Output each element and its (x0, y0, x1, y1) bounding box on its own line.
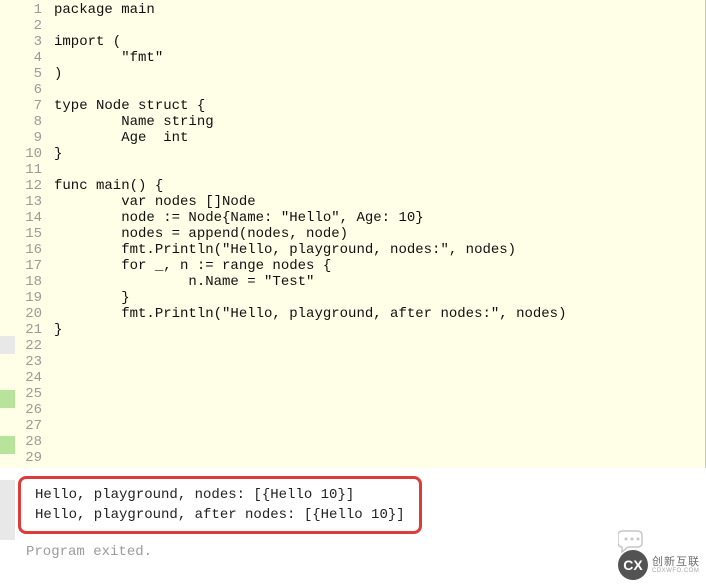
line-number: 15 (0, 226, 42, 242)
rail-decor (0, 390, 15, 408)
rail-decor (0, 336, 15, 354)
code-line (54, 434, 705, 450)
line-number: 10 (0, 146, 42, 162)
line-number: 16 (0, 242, 42, 258)
code-line (54, 18, 705, 34)
code-line: } (54, 290, 705, 306)
code-line: "fmt" (54, 50, 705, 66)
code-line: ) (54, 66, 705, 82)
code-line: nodes = append(nodes, node) (54, 226, 705, 242)
code-line: package main (54, 2, 705, 18)
watermark-text: 创新互联 CDXWFO.COM (652, 557, 700, 574)
line-number: 11 (0, 162, 42, 178)
line-number: 14 (0, 210, 42, 226)
code-line (54, 82, 705, 98)
code-line: n.Name = "Test" (54, 274, 705, 290)
page: 1234567891011121314151617181920212223242… (0, 0, 706, 588)
code-line (54, 386, 705, 402)
line-number: 6 (0, 82, 42, 98)
line-number: 4 (0, 50, 42, 66)
line-number: 17 (0, 258, 42, 274)
code-line (54, 402, 705, 418)
output-line: Hello, playground, after nodes: [{Hello … (29, 505, 411, 525)
rail-decor (0, 480, 15, 540)
code-line: Name string (54, 114, 705, 130)
line-number: 24 (0, 370, 42, 386)
code-line: fmt.Println("Hello, playground, after no… (54, 306, 705, 322)
output-panel: Hello, playground, nodes: [{Hello 10}] H… (0, 468, 706, 564)
code-content: package main import ( "fmt") type Node str… (50, 0, 705, 468)
line-number: 20 (0, 306, 42, 322)
line-number: 12 (0, 178, 42, 194)
line-number: 18 (0, 274, 42, 290)
code-line: type Node struct { (54, 98, 705, 114)
watermark-title: 创新互联 (652, 557, 700, 568)
code-line (54, 338, 705, 354)
code-line: func main() { (54, 178, 705, 194)
program-exited: Program exited. (18, 540, 706, 560)
code-line: fmt.Println("Hello, playground, nodes:",… (54, 242, 705, 258)
line-number: 7 (0, 98, 42, 114)
line-number: 5 (0, 66, 42, 82)
line-number: 19 (0, 290, 42, 306)
code-line: var nodes []Node (54, 194, 705, 210)
code-line: for _, n := range nodes { (54, 258, 705, 274)
line-number: 8 (0, 114, 42, 130)
code-line: node := Node{Name: "Hello", Age: 10} (54, 210, 705, 226)
line-number: 9 (0, 130, 42, 146)
watermark-logo: CX (618, 550, 648, 580)
line-number: 23 (0, 354, 42, 370)
code-line: import ( (54, 34, 705, 50)
code-line (54, 354, 705, 370)
rail-decor (0, 436, 15, 454)
code-line: } (54, 322, 705, 338)
line-number: 1 (0, 2, 42, 18)
line-number: 2 (0, 18, 42, 34)
code-line (54, 162, 705, 178)
output-highlight-box: Hello, playground, nodes: [{Hello 10}] H… (18, 476, 422, 534)
code-line: Age int (54, 130, 705, 146)
code-line: } (54, 146, 705, 162)
line-number: 13 (0, 194, 42, 210)
line-number: 27 (0, 418, 42, 434)
watermark-sub: CDXWFO.COM (652, 568, 700, 574)
watermark-logo-text: CX (623, 557, 642, 573)
watermark: CX 创新互联 CDXWFO.COM (618, 550, 700, 580)
code-editor: 1234567891011121314151617181920212223242… (0, 0, 706, 468)
line-number: 3 (0, 34, 42, 50)
code-line (54, 418, 705, 434)
code-line (54, 370, 705, 386)
output-line: Hello, playground, nodes: [{Hello 10}] (29, 485, 411, 505)
code-line (54, 450, 705, 466)
